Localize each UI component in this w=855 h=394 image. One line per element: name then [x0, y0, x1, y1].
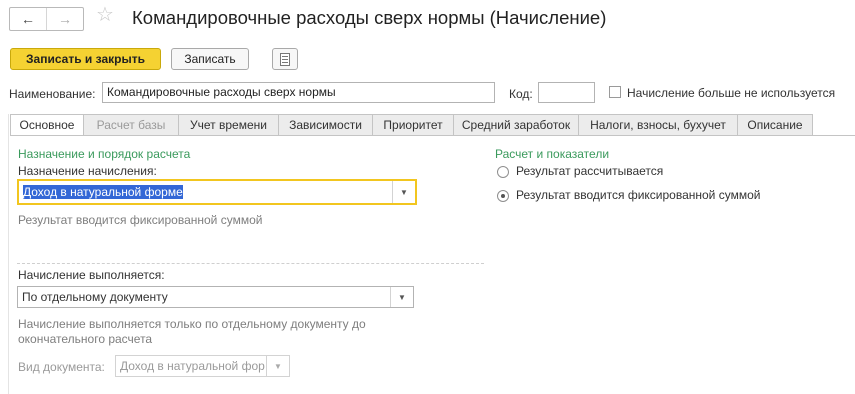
divider [17, 263, 484, 264]
forward-button[interactable]: → [46, 8, 83, 30]
arrow-left-icon: ← [21, 11, 35, 27]
performed-value: По отдельному документу [22, 290, 168, 304]
tab-main[interactable]: Основное [10, 114, 84, 136]
tab-time-accounting[interactable]: Учет времени [179, 114, 279, 136]
arrow-right-icon: → [58, 11, 72, 27]
content-left-border [8, 114, 9, 394]
performed-select[interactable]: По отдельному документу ▼ [17, 286, 414, 308]
not-used-checkbox[interactable] [609, 86, 621, 98]
doc-type-label: Вид документа: [18, 360, 105, 374]
performed-label: Начисление выполняется: [18, 268, 165, 282]
purpose-value: Доход в натуральной форме [23, 185, 183, 199]
tab-dependencies[interactable]: Зависимости [279, 114, 373, 136]
save-and-close-button[interactable]: Записать и закрыть [10, 48, 161, 70]
name-field[interactable]: Командировочные расходы сверх нормы [102, 82, 495, 103]
dropdown-arrow-icon[interactable]: ▼ [392, 181, 415, 203]
navigation-buttons: ← → [9, 7, 84, 31]
name-label: Наименование: [9, 87, 96, 101]
code-field[interactable] [538, 82, 595, 103]
purpose-label: Назначение начисления: [18, 164, 157, 178]
tab-description[interactable]: Описание [738, 114, 813, 136]
dropdown-arrow-icon: ▼ [266, 356, 289, 376]
page-title: Командировочные расходы сверх нормы (Нач… [132, 7, 607, 28]
doc-type-select: Доход в натуральной фор ▼ [115, 355, 290, 377]
back-button[interactable]: ← [10, 8, 46, 30]
tab-priority[interactable]: Приоритет [373, 114, 454, 136]
more-actions-button[interactable] [272, 48, 298, 70]
purpose-section-title: Назначение и порядок расчета [18, 147, 191, 161]
radio-calculated-label: Результат рассчитывается [516, 164, 664, 178]
radio-fixed-sum[interactable] [497, 190, 509, 202]
save-button[interactable]: Записать [171, 48, 249, 70]
purpose-select[interactable]: Доход в натуральной форме ▼ [17, 179, 417, 205]
doc-type-value: Доход в натуральной фор [120, 359, 265, 373]
not-used-label: Начисление больше не используется [627, 86, 836, 100]
star-icon[interactable]: ☆ [96, 4, 114, 26]
tab-base-calc: Расчет базы [84, 114, 179, 136]
purpose-hint: Результат вводится фиксированной суммой [18, 213, 263, 227]
radio-calculated[interactable] [497, 166, 509, 178]
radio-fixed-sum-label: Результат вводится фиксированной суммой [516, 188, 761, 202]
more-actions-icon [280, 52, 290, 66]
performed-hint: Начисление выполняется только по отдельн… [18, 317, 366, 346]
tab-taxes[interactable]: Налоги, взносы, бухучет [579, 114, 738, 136]
calc-section-title: Расчет и показатели [495, 147, 610, 161]
tab-bar: Основное Расчет базы Учет времени Зависи… [10, 114, 813, 136]
tab-divider [10, 135, 855, 136]
code-label: Код: [509, 87, 533, 101]
dropdown-arrow-icon[interactable]: ▼ [390, 287, 413, 307]
tab-average-earnings[interactable]: Средний заработок [454, 114, 579, 136]
